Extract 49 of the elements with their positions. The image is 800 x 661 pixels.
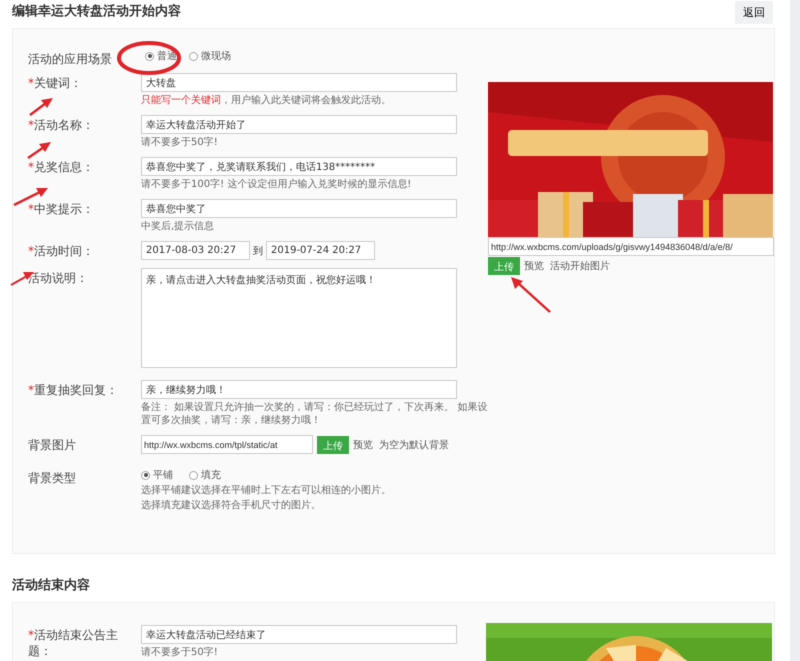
input-field[interactable]: 幸运大转盘活动已经结束了	[141, 625, 457, 644]
range-separator: 到	[253, 244, 263, 258]
input-field[interactable]: 幸运大转盘活动开始了	[141, 115, 457, 134]
radio-label[interactable]: 平铺	[153, 468, 173, 482]
annotation-circle	[117, 41, 181, 75]
preview-link[interactable]: 预览	[353, 438, 373, 452]
hint-text: 备注： 如果设置只允许抽一次奖的，请写：你已经玩过了，下次再来。 如果设置可多次抽奖，请写：亲，继续努力哦！	[141, 401, 488, 427]
hint-text: 请不要多于50字!	[141, 646, 219, 659]
hint-text: 选择平铺建议选择在平铺时上下左右可以相连的小图片。	[141, 484, 392, 497]
field-label: 活动的应用场景	[28, 51, 113, 67]
hint-text: 只能写一个关键词，用户输入此关键词将会触发此活动。	[141, 94, 392, 107]
section-title: 活动结束内容	[12, 576, 91, 594]
annotation-arrow	[29, 98, 53, 116]
hint-text: 请不要多于50字!	[141, 136, 219, 149]
input-field[interactable]: 大转盘	[141, 73, 457, 92]
radio-label[interactable]: 填充	[201, 468, 221, 482]
hint-text: 请不要多于100字! 这个设定但用户输入兑奖时候的显示信息!	[141, 178, 412, 191]
back-button[interactable]: 返回	[735, 1, 773, 24]
radio-label[interactable]: 普通	[157, 49, 177, 63]
input-field[interactable]: 恭喜您中奖了，兑奖请联系我们，电话138********	[141, 157, 457, 176]
input-field[interactable]: 恭喜您中奖了	[141, 199, 457, 218]
field-label: *活动结束公告主题：	[28, 627, 119, 659]
field-label: *活动名称：	[28, 117, 95, 134]
field-label: *重复抽奖回复：	[28, 382, 119, 399]
radio-label[interactable]: 微现场	[201, 49, 231, 63]
date-field[interactable]: 2019-07-24 20:27	[266, 241, 375, 260]
radio-button[interactable]	[145, 52, 154, 60]
text-area[interactable]: 亲，请点击进入大转盘抽奖活动页面，祝您好运哦！	[141, 268, 457, 368]
field-label: *活动时间：	[28, 243, 95, 260]
preview-link[interactable]: 预览	[524, 259, 544, 273]
annotation-arrow	[27, 142, 51, 160]
hint-text: 选择填充建议选择符合手机尺寸的图片。	[141, 499, 322, 512]
url-field[interactable]: http://wx.wxbcms.com/tpl/static/at	[141, 435, 313, 454]
section-title: 编辑幸运大转盘活动开始内容	[12, 2, 181, 20]
radio-button[interactable]	[189, 470, 198, 480]
hint-text: 中奖后,提示信息	[141, 220, 216, 233]
url-field[interactable]: http://wx.wxbcms.com/uploads/g/gisvwy1494836048/d/a/e/8/	[488, 237, 774, 256]
hint-text: 为空为默认背景	[379, 438, 449, 452]
field-label: *兑奖信息：	[28, 159, 95, 176]
field-label: 背景图片	[28, 437, 77, 454]
annotation-arrow	[511, 277, 551, 313]
field-label: *关键词：	[28, 75, 83, 92]
input-field[interactable]: 亲，继续努力哦！	[141, 380, 457, 399]
date-field[interactable]: 2017-08-03 20:27	[141, 241, 250, 260]
radio-button[interactable]	[189, 52, 198, 60]
image-caption: 活动开始图片	[550, 260, 610, 273]
field-label: 背景类型	[28, 470, 77, 487]
field-label: *中奖提示：	[28, 201, 95, 218]
radio-button[interactable]	[141, 470, 150, 480]
